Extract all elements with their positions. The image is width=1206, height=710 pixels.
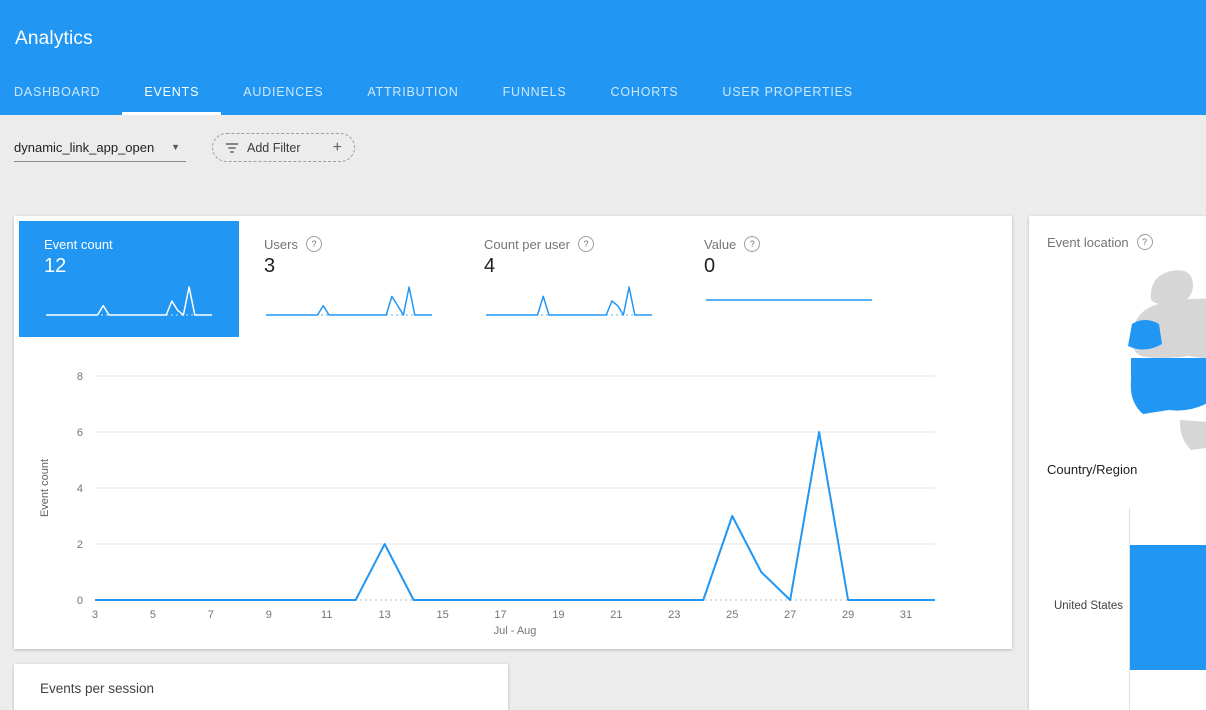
- world-map: [1079, 262, 1206, 462]
- scorecard-label: Event count: [44, 237, 113, 252]
- svg-text:Jul - Aug: Jul - Aug: [494, 625, 537, 637]
- svg-text:2: 2: [77, 539, 83, 551]
- tab-events[interactable]: EVENTS: [122, 68, 221, 115]
- events-per-session-card: Events per session: [14, 664, 508, 710]
- svg-text:25: 25: [726, 609, 738, 621]
- plus-icon: +: [333, 139, 342, 157]
- count-per-user-sparkline: [484, 281, 654, 319]
- scorecard-value[interactable]: Value ? 0: [679, 221, 899, 337]
- tab-cohorts[interactable]: COHORTS: [589, 68, 701, 115]
- svg-text:5: 5: [150, 609, 156, 621]
- svg-text:9: 9: [266, 609, 272, 621]
- analytics-page: Analytics DASHBOARD EVENTS AUDIENCES ATT…: [0, 0, 1206, 710]
- add-filter-label: Add Filter: [247, 141, 301, 155]
- event-dropdown[interactable]: dynamic_link_app_open ▼: [14, 133, 186, 162]
- tab-funnels[interactable]: FUNNELS: [481, 68, 589, 115]
- svg-text:31: 31: [900, 609, 912, 621]
- svg-text:6: 6: [77, 427, 83, 439]
- svg-text:19: 19: [552, 609, 564, 621]
- value-sparkline: [704, 281, 874, 319]
- scorecard-users[interactable]: Users ? 3: [239, 221, 459, 337]
- map-alaska: [1128, 320, 1162, 350]
- nav-tabs: DASHBOARD EVENTS AUDIENCES ATTRIBUTION F…: [14, 68, 875, 115]
- events-line-chart: 0 2 4 6 8 3 5 7 9 11 13 15 17 19 21 23 25 27 29 31 Jul - Aug…: [14, 366, 1012, 649]
- tab-audiences[interactable]: AUDIENCES: [221, 68, 345, 115]
- dropdown-caret-icon: ▼: [171, 142, 180, 152]
- help-icon[interactable]: ?: [306, 236, 322, 252]
- filter-icon: [225, 141, 239, 155]
- scorecard-value: 0: [704, 255, 874, 278]
- svg-text:4: 4: [77, 483, 83, 495]
- page-title: Analytics: [15, 28, 93, 50]
- svg-text:21: 21: [610, 609, 622, 621]
- add-filter-button[interactable]: Add Filter +: [212, 133, 355, 162]
- events-card: Event count ? 12 Users ? 3 Count per use…: [14, 216, 1012, 649]
- event-location-card: Event location ? Country/Region United S…: [1029, 216, 1206, 710]
- help-icon[interactable]: ?: [578, 236, 594, 252]
- svg-text:0: 0: [77, 595, 83, 607]
- event-dropdown-value: dynamic_link_app_open: [14, 140, 154, 155]
- svg-text:15: 15: [436, 609, 448, 621]
- united-states-bar: [1130, 545, 1206, 670]
- svg-text:17: 17: [494, 609, 506, 621]
- app-header: Analytics DASHBOARD EVENTS AUDIENCES ATT…: [0, 0, 1206, 115]
- map-mexico: [1180, 420, 1206, 450]
- scorecard-value: 3: [264, 255, 434, 278]
- scorecard-label: Users: [264, 237, 298, 252]
- scorecard-label: Count per user: [484, 237, 570, 252]
- tab-dashboard[interactable]: DASHBOARD: [14, 68, 122, 115]
- users-sparkline: [264, 281, 434, 319]
- scorecard-count-per-user[interactable]: Count per user ? 4: [459, 221, 679, 337]
- svg-text:23: 23: [668, 609, 680, 621]
- bar-row-label: United States: [1029, 600, 1123, 612]
- country-region-header: Country/Region: [1047, 462, 1137, 477]
- svg-text:13: 13: [379, 609, 391, 621]
- svg-text:11: 11: [321, 609, 332, 621]
- svg-text:3: 3: [92, 609, 98, 621]
- scorecard-value: 4: [484, 255, 654, 278]
- event-location-title: Event location: [1047, 235, 1129, 250]
- scorecards-row: Event count ? 12 Users ? 3 Count per use…: [19, 221, 899, 337]
- events-per-session-title: Events per session: [40, 681, 154, 696]
- svg-text:8: 8: [77, 371, 83, 383]
- map-united-states: [1131, 358, 1206, 414]
- scorecard-value: 12: [44, 255, 214, 278]
- tab-attribution[interactable]: ATTRIBUTION: [345, 68, 480, 115]
- scorecard-event-count[interactable]: Event count ? 12: [19, 221, 239, 337]
- event-count-sparkline: [44, 281, 214, 319]
- svg-text:Event count: Event count: [39, 459, 51, 517]
- tab-user-properties[interactable]: USER PROPERTIES: [700, 68, 875, 115]
- svg-text:29: 29: [842, 609, 854, 621]
- svg-text:27: 27: [784, 609, 796, 621]
- help-icon[interactable]: ?: [1137, 234, 1153, 250]
- help-icon[interactable]: ?: [744, 236, 760, 252]
- svg-text:7: 7: [208, 609, 214, 621]
- scorecard-label: Value: [704, 237, 736, 252]
